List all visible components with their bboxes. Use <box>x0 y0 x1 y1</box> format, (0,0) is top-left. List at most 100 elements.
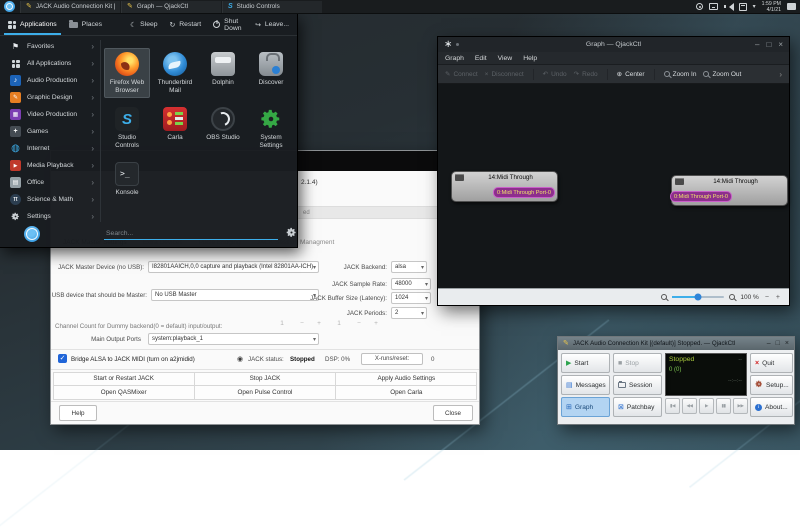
tab-places[interactable]: Places <box>69 14 102 35</box>
app-system-settings[interactable]: System Settings <box>248 103 294 153</box>
periods-select[interactable]: 2 <box>391 307 427 319</box>
zoom-in-button[interactable]: Zoom In <box>664 71 697 78</box>
midi-port-output[interactable]: 0:Midi Through Port-0 <box>493 187 555 198</box>
decrement-button[interactable] <box>355 320 363 327</box>
menu-edit[interactable]: Edit <box>475 55 487 62</box>
tray-expander-icon[interactable] <box>753 3 756 10</box>
transport-forward-button[interactable] <box>733 398 748 414</box>
close-button[interactable] <box>785 340 789 348</box>
zoom-out-icon[interactable] <box>661 294 667 300</box>
session-button[interactable]: Session <box>613 375 662 395</box>
stop-button[interactable]: Stop <box>613 353 662 373</box>
open-qasmixer-button[interactable]: Open QASMixer <box>53 385 195 400</box>
zoom-slider[interactable] <box>672 296 724 298</box>
sidebar-item-favorites[interactable]: Favorites <box>0 38 100 55</box>
app-studio-controls[interactable]: Studio Controls <box>104 103 150 153</box>
transport-pause-button[interactable] <box>716 398 731 414</box>
increment-button[interactable] <box>372 320 380 327</box>
undo-button[interactable]: Undo <box>543 70 567 78</box>
sidebar-item-media-playback[interactable]: Media Playback <box>0 157 100 174</box>
transport-backward-button[interactable] <box>665 398 680 414</box>
taskbar-item-qjackctl[interactable]: JACK Audio Connection Kit [(defau... <box>20 1 120 13</box>
restart-button[interactable]: Restart <box>170 14 202 35</box>
about-button[interactable]: About... <box>750 397 793 417</box>
menu-help[interactable]: Help <box>523 55 537 62</box>
backend-select[interactable]: alsa <box>391 261 427 273</box>
midi-through-node-input[interactable]: 14:Midi Through 0:Midi Through Port-0 <box>671 175 788 206</box>
open-carla-button[interactable]: Open Carla <box>335 385 477 400</box>
stop-jack-button[interactable]: Stop JACK <box>194 372 336 387</box>
apply-audio-settings-button[interactable]: Apply Audio Settings <box>335 372 477 387</box>
toolbar-overflow-icon[interactable] <box>779 70 782 79</box>
main-output-select[interactable]: system:playback_1 <box>148 333 319 345</box>
app-firefox[interactable]: Firefox Web Browser <box>104 48 150 98</box>
clock[interactable]: 1:59 PM 4/1/21 <box>762 1 781 13</box>
app-obs-studio[interactable]: OBS Studio <box>200 103 246 153</box>
clipboard-icon[interactable] <box>739 3 747 11</box>
graph-titlebar[interactable]: Graph — QjackCtl <box>438 37 789 52</box>
graph-button[interactable]: Graph <box>561 397 610 417</box>
app-discover[interactable]: Discover <box>248 48 294 98</box>
sidebar-item-games[interactable]: Games <box>0 123 100 140</box>
zoom-increase-button[interactable] <box>775 294 781 301</box>
tab-applications[interactable]: Applications <box>8 14 57 35</box>
master-device-select[interactable]: I82801AAICH,0,0 capture and playback (In… <box>148 261 319 273</box>
zoom-out-button[interactable]: Zoom Out <box>703 71 741 78</box>
taskbar-item-graph[interactable]: Graph — QjackCtl <box>121 1 221 13</box>
sidebar-item-all-applications[interactable]: All Applications <box>0 55 100 72</box>
start-button[interactable]: Start <box>561 353 610 373</box>
usb-master-select[interactable]: No USB Master <box>151 289 319 301</box>
decrement-button[interactable] <box>298 320 306 327</box>
leave-button[interactable]: Leave... <box>255 14 289 35</box>
connect-button[interactable]: Connect <box>445 70 478 78</box>
graph-canvas[interactable]: 14:Midi Through 0:Midi Through Port-0 14… <box>438 84 789 290</box>
main-titlebar[interactable]: JACK Audio Connection Kit [(default)] St… <box>558 337 794 350</box>
minimize-button[interactable] <box>767 340 771 348</box>
application-launcher-button[interactable] <box>4 1 15 12</box>
open-pulse-control-button[interactable]: Open Pulse Control <box>194 385 336 400</box>
disconnect-button[interactable]: Disconnect <box>485 71 524 78</box>
midi-port-input[interactable]: 0:Midi Through Port-0 <box>670 191 732 202</box>
sidebar-item-internet[interactable]: Internet <box>0 140 100 157</box>
tray-display-icon[interactable] <box>709 3 718 10</box>
maximize-button[interactable] <box>776 340 780 348</box>
midi-through-node-output[interactable]: 14:Midi Through 0:Midi Through Port-0 <box>451 171 558 202</box>
sidebar-item-office[interactable]: Office <box>0 174 100 191</box>
xruns-reset-button[interactable]: X-runs/reset: <box>361 353 423 365</box>
sidebar-item-graphic-design[interactable]: Graphic Design <box>0 89 100 106</box>
zoom-slider-handle[interactable] <box>695 294 702 301</box>
menu-graph[interactable]: Graph <box>445 55 464 62</box>
search-input[interactable] <box>104 228 278 240</box>
center-button[interactable]: Center <box>617 70 645 78</box>
increment-button[interactable] <box>315 320 323 327</box>
volume-icon[interactable] <box>724 3 733 11</box>
close-button[interactable]: Close <box>433 405 473 421</box>
app-carla[interactable]: Carla <box>152 103 198 153</box>
sleep-button[interactable]: Sleep <box>130 14 157 35</box>
transport-rewind-button[interactable] <box>682 398 697 414</box>
quit-button[interactable]: Quit <box>750 353 793 373</box>
bridge-alsa-checkbox[interactable] <box>58 354 67 363</box>
zoom-decrease-button[interactable] <box>764 294 770 301</box>
sidebar-item-video-production[interactable]: Video Production <box>0 106 100 123</box>
patchbay-button[interactable]: Patchbay <box>613 397 662 417</box>
tray-studio-controls-icon[interactable] <box>696 3 703 10</box>
close-button[interactable] <box>778 41 783 49</box>
shutdown-button[interactable]: Shut Down <box>213 14 243 35</box>
help-button[interactable]: Help <box>59 405 97 421</box>
gear-icon[interactable] <box>286 225 297 243</box>
minimize-button[interactable] <box>755 41 759 49</box>
start-restart-jack-button[interactable]: Start or Restart JACK <box>53 372 195 387</box>
sidebar-item-science-math[interactable]: Science & Math <box>0 191 100 208</box>
app-konsole[interactable]: Konsole <box>104 158 150 201</box>
menu-view[interactable]: View <box>498 55 513 62</box>
app-thunderbird[interactable]: Thunderbird Mail <box>152 48 198 98</box>
setup-button[interactable]: Setup... <box>750 375 793 395</box>
buffer-size-select[interactable]: 1024 <box>391 292 431 304</box>
transport-play-button[interactable] <box>699 398 714 414</box>
sidebar-item-audio-production[interactable]: Audio Production <box>0 72 100 89</box>
sample-rate-select[interactable]: 48000 <box>391 278 431 290</box>
notifications-icon[interactable] <box>787 3 796 10</box>
redo-button[interactable]: Redo <box>574 70 598 78</box>
taskbar-item-studio-controls[interactable]: Studio Controls <box>222 1 322 13</box>
